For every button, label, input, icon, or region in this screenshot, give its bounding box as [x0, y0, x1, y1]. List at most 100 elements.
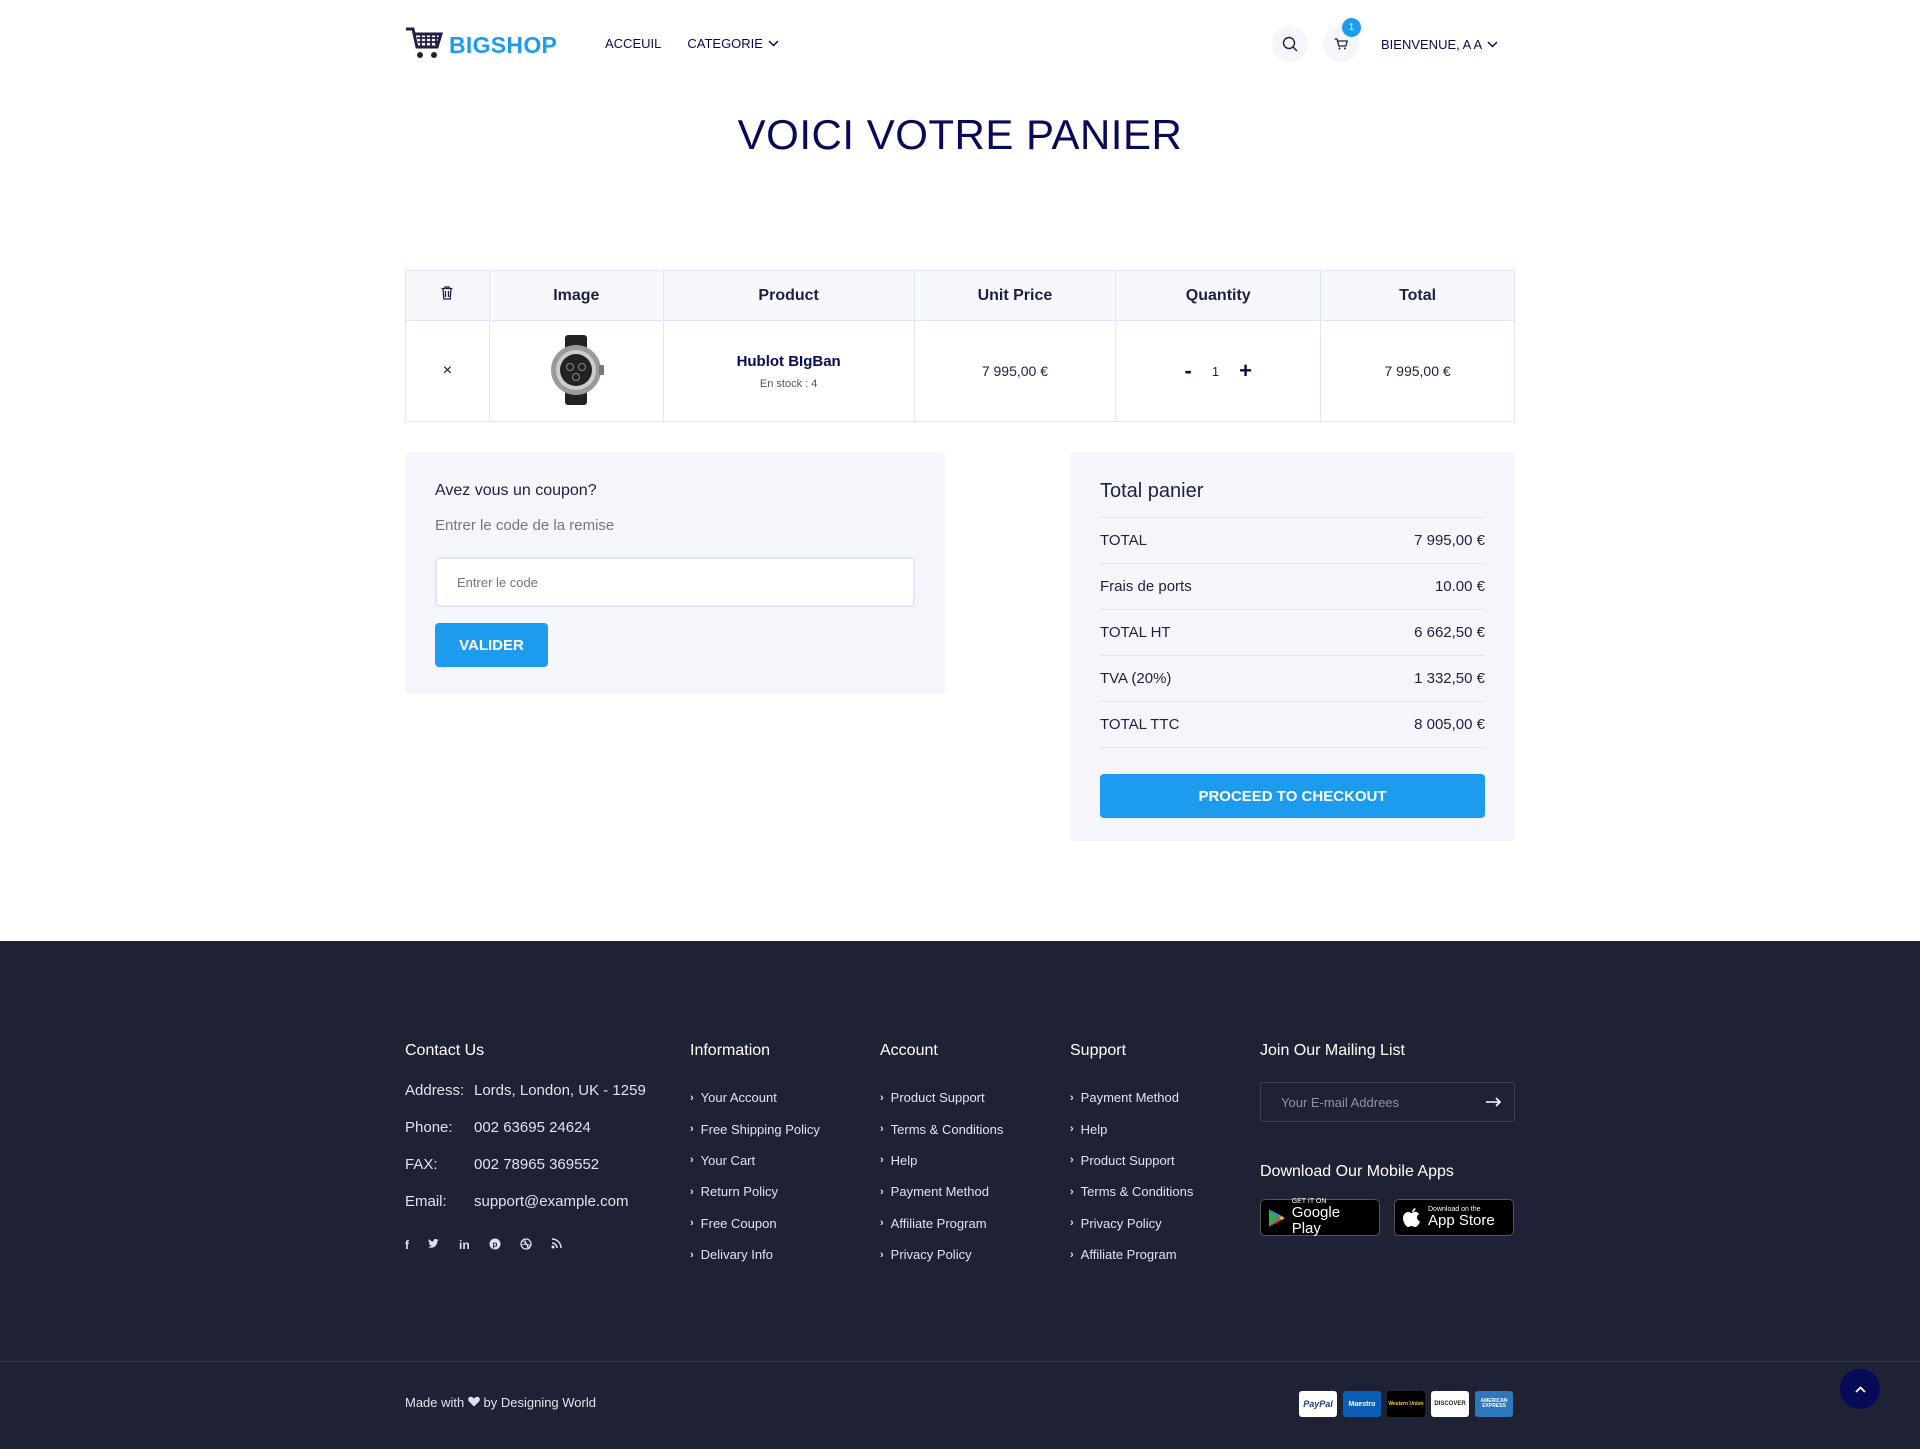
- footer-link[interactable]: › Affiliate Program: [880, 1208, 1060, 1239]
- cart-icon: [1334, 38, 1348, 50]
- watch-image[interactable]: [546, 334, 606, 405]
- footer-information: Information › Your Account › Free Shipping…: [690, 1042, 870, 1270]
- contact-email: Email: support@example.com: [405, 1193, 675, 1230]
- image-cell: [488, 320, 664, 422]
- contact-fax: FAX: 002 78965 369552: [405, 1156, 675, 1193]
- footer-link[interactable]: › Free Coupon: [690, 1208, 870, 1239]
- chevron-right-icon: ›: [1070, 1091, 1074, 1104]
- facebook-icon[interactable]: f: [405, 1238, 409, 1252]
- made-by-link[interactable]: by Designing World: [484, 1395, 596, 1410]
- footer-link[interactable]: › Privacy Policy: [880, 1239, 1060, 1270]
- heart-icon: [468, 1396, 480, 1407]
- mobile-apps-title: Download Our Mobile Apps: [1260, 1163, 1454, 1180]
- quantity-decrease-button[interactable]: -: [1185, 360, 1192, 382]
- footer-link[interactable]: › Payment Method: [880, 1176, 1060, 1207]
- logo-text: BIGSHOP: [449, 32, 558, 58]
- footer-information-title: Information: [690, 1042, 771, 1059]
- chevron-down-icon: [1487, 40, 1498, 48]
- totals-row: TOTAL HT 6 662,50 €: [1100, 610, 1485, 656]
- footer-link-label: Help: [1080, 1121, 1108, 1137]
- footer-link[interactable]: › Product Support: [880, 1082, 1060, 1113]
- chevron-right-icon: ›: [880, 1154, 884, 1167]
- contact-value[interactable]: support@example.com: [474, 1193, 628, 1230]
- footer-link-label: Your Cart: [700, 1152, 756, 1168]
- page-title: VOICI VOTRE PANIER: [737, 111, 1183, 158]
- footer-account: Account › Product Support › Terms & Condit…: [880, 1042, 1060, 1270]
- search-button[interactable]: [1272, 26, 1308, 62]
- google-play-big-text: Google Play: [1291, 1203, 1341, 1237]
- chevron-right-icon: ›: [1070, 1185, 1074, 1198]
- contact-address: Address: Lords, London, UK - 1259: [405, 1082, 675, 1119]
- quantity-stepper: - 1 +: [1116, 360, 1320, 382]
- arrow-right-icon[interactable]: [1486, 1097, 1502, 1107]
- footer-link[interactable]: › Help: [880, 1145, 1060, 1176]
- chevron-right-icon: ›: [690, 1217, 694, 1230]
- nav-category[interactable]: CATEGORIE: [687, 36, 779, 51]
- totals-row: TVA (20%) 1 332,50 €: [1100, 656, 1485, 702]
- chevron-right-icon: ›: [880, 1185, 884, 1198]
- app-store-badge[interactable]: Download on the App Store: [1394, 1199, 1514, 1236]
- site-footer: Contact Us Address: Lords, London, UK - 1…: [0, 941, 1920, 1449]
- footer-link[interactable]: › Terms & Conditions: [880, 1113, 1060, 1144]
- cart-table: Image Product Unit Price Quantity Total …: [405, 270, 1515, 422]
- footer-link[interactable]: › Terms & Conditions: [1070, 1176, 1250, 1207]
- nav-home[interactable]: ACCEUIL: [605, 36, 661, 51]
- pinterest-icon[interactable]: p: [489, 1238, 501, 1250]
- logo[interactable]: BIGSHOP: [405, 26, 557, 65]
- footer-link[interactable]: › Product Support: [1070, 1145, 1250, 1176]
- contact-phone: Phone: 002 63695 24624: [405, 1119, 675, 1156]
- quantity-cell: - 1 +: [1115, 320, 1322, 422]
- twitter-icon[interactable]: [428, 1238, 440, 1249]
- footer-link[interactable]: › Free Shipping Policy: [690, 1113, 870, 1144]
- scroll-to-top-button[interactable]: [1840, 1369, 1880, 1409]
- product-name-link[interactable]: Hublot BIgBan: [664, 353, 914, 370]
- footer-link-label: Terms & Conditions: [1080, 1184, 1194, 1200]
- footer-link[interactable]: › Your Account: [690, 1082, 870, 1113]
- footer-support: Support › Payment Method › Help › Product S…: [1070, 1042, 1250, 1270]
- american-express-icon: AMERICAN EXPRESS: [1475, 1391, 1513, 1417]
- footer-link[interactable]: › Your Cart: [690, 1145, 870, 1176]
- dribbble-icon[interactable]: [520, 1238, 532, 1250]
- proceed-to-checkout-button[interactable]: PROCEED TO CHECKOUT: [1100, 774, 1485, 818]
- google-play-icon: [1268, 1208, 1285, 1227]
- product-cell: Hublot BIgBan En stock : 4: [662, 320, 915, 422]
- unit-price-column-header: Unit Price: [913, 270, 1117, 321]
- google-play-badge[interactable]: GET IT ON Google Play: [1260, 1198, 1380, 1237]
- totals-row-value: 7 995,00 €: [1414, 532, 1485, 549]
- chevron-right-icon: ›: [1070, 1217, 1074, 1230]
- coupon-code-input[interactable]: [435, 557, 915, 607]
- contact-label: Phone:: [405, 1119, 453, 1136]
- footer-link[interactable]: › Return Policy: [690, 1176, 870, 1207]
- discover-icon: DISCOVER: [1431, 1391, 1469, 1417]
- user-menu[interactable]: BIENVENUE, A A: [1381, 37, 1498, 52]
- totals-row-value: 10.00 €: [1434, 578, 1485, 595]
- linkedin-icon[interactable]: in: [459, 1238, 470, 1252]
- footer-link[interactable]: › Payment Method: [1070, 1082, 1250, 1113]
- footer-link-label: Product Support: [1080, 1152, 1175, 1168]
- newsletter-email-input[interactable]: Your E-mail Addrees: [1260, 1082, 1515, 1122]
- footer-link[interactable]: › Privacy Policy: [1070, 1208, 1250, 1239]
- footer-link-label: Product Support: [890, 1090, 985, 1106]
- totals-row: TOTAL TTC 8 005,00 €: [1100, 702, 1485, 748]
- totals-row-label: TVA (20%): [1100, 670, 1172, 687]
- made-with-text: Made with: [405, 1395, 465, 1410]
- totals-row-label: Frais de ports: [1100, 578, 1192, 595]
- totals-row-label: TOTAL TTC: [1100, 716, 1180, 733]
- quantity-increase-button[interactable]: +: [1239, 360, 1252, 382]
- chevron-down-icon: [768, 40, 779, 47]
- rss-icon[interactable]: [551, 1238, 562, 1249]
- footer-link[interactable]: › Delivary Info: [690, 1239, 870, 1270]
- cart-button[interactable]: 1: [1323, 18, 1361, 62]
- footer-link[interactable]: › Affiliate Program: [1070, 1239, 1250, 1270]
- nav-category-label: CATEGORIE: [687, 36, 763, 51]
- footer-link-label: Privacy Policy: [1080, 1215, 1162, 1231]
- footer-link-label: Free Coupon: [700, 1215, 777, 1231]
- payment-methods: PayPal Maestro Western Union DISCOVER AM…: [1299, 1391, 1513, 1417]
- validate-coupon-button[interactable]: VALIDER: [435, 623, 548, 667]
- footer-link[interactable]: › Help: [1070, 1113, 1250, 1144]
- welcome-label: BIENVENUE, A A: [1381, 36, 1483, 52]
- quantity-value[interactable]: 1: [1212, 364, 1219, 379]
- remove-item-button[interactable]: ×: [443, 362, 452, 379]
- newsletter-placeholder: Your E-mail Addrees: [1281, 1094, 1400, 1110]
- totals-row-label: TOTAL: [1100, 532, 1147, 549]
